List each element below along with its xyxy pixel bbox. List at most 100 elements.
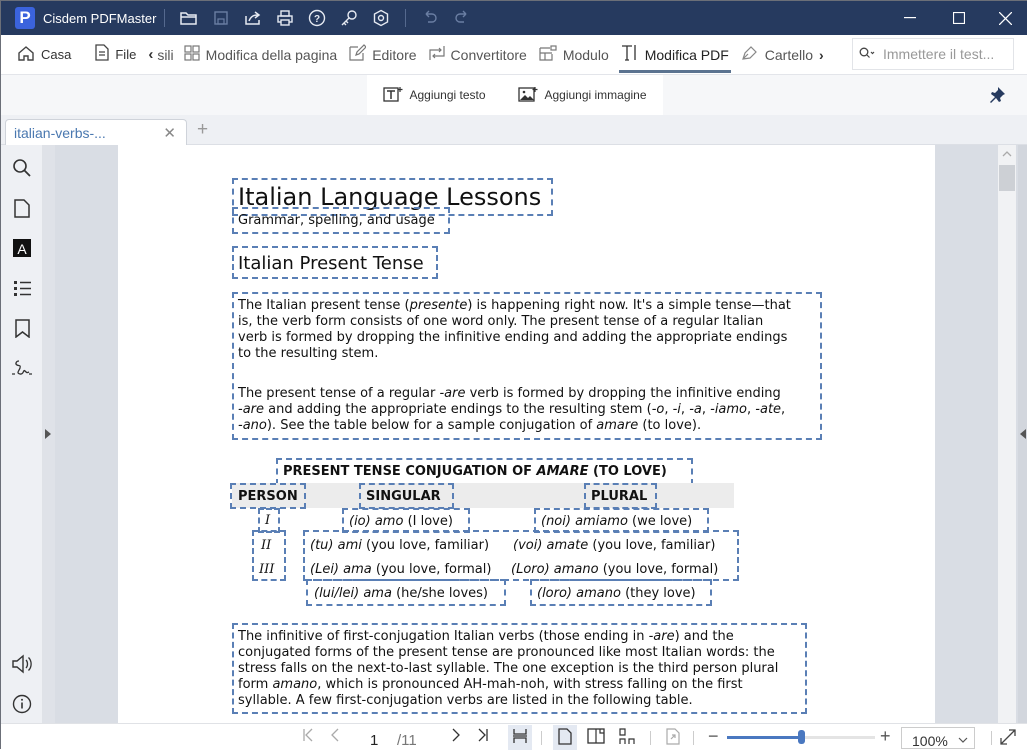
menu-cartello-label: Cartello (764, 46, 814, 63)
app-logo-icon: P (15, 7, 35, 29)
chevron-down-icon[interactable] (958, 731, 968, 747)
add-image-label: Aggiungi immagine (544, 88, 647, 102)
paragraph-pronunciation: The infinitive of first-conjugation Ital… (238, 629, 778, 709)
outline-list-icon[interactable] (11, 277, 33, 299)
paragraph-line: syllable. A few first-conjugation verbs … (238, 693, 693, 708)
continuous-view-icon[interactable] (618, 728, 636, 749)
right-panel-toggle[interactable] (1018, 145, 1027, 723)
document-tab[interactable]: italian-verbs-... ✕ (5, 119, 187, 146)
settings-icon[interactable] (370, 7, 392, 29)
close-tab-icon[interactable]: ✕ (163, 124, 176, 142)
add-image-button[interactable]: Aggiungi immagine (518, 86, 647, 105)
scroll-up-icon[interactable] (1002, 149, 1012, 160)
menu-casa[interactable]: Casa (11, 35, 77, 75)
header-person: PERSON (238, 489, 298, 504)
chevron-left-icon[interactable]: ‹ (148, 46, 153, 63)
paragraph-line: stress falls on the next-to-last syllabl… (238, 661, 779, 676)
fullscreen-icon[interactable] (1000, 729, 1016, 749)
paragraph-line: verb is formed by dropping the infinitiv… (238, 330, 788, 345)
minimize-button[interactable] (887, 1, 933, 35)
bookmark-icon[interactable] (11, 317, 33, 339)
page-thumbnails-icon[interactable] (11, 197, 33, 219)
help-icon[interactable]: ? (306, 7, 328, 29)
zoom-slider-handle[interactable] (798, 730, 805, 744)
menu-modulo[interactable]: Modulo (533, 35, 615, 75)
svg-text:?: ? (314, 14, 320, 25)
extract-page-icon[interactable] (666, 728, 680, 749)
menu-modifica-della-pagina[interactable]: Modifica della pagina (178, 35, 344, 75)
paragraph-line: -are and adding the appropriate endings … (238, 402, 786, 417)
paragraph-line: The present tense of a regular -are verb… (238, 386, 781, 401)
paragraph-line: is, the verb form consists of one word o… (238, 314, 764, 329)
undo-icon[interactable] (419, 7, 441, 29)
search-input[interactable]: Immettere il test... (852, 38, 1014, 70)
paragraph-line: -ano). See the table below for a sample … (238, 418, 702, 433)
current-page-input[interactable]: 1 (370, 732, 378, 749)
menu-modulo-label: Modulo (562, 46, 609, 63)
new-tab-button[interactable]: + (197, 119, 208, 141)
header-plural: PLURAL (591, 489, 648, 504)
menu-editore[interactable]: Editore (343, 35, 422, 75)
save-icon[interactable] (210, 7, 232, 29)
status-bar: 1 /11 − + 100% (1, 723, 1027, 750)
title-bar: P Cisdem PDFMaster ? (1, 1, 1027, 35)
paragraph-line: conjugated forms of the present tense ar… (238, 645, 775, 660)
zoom-in-button[interactable]: + (880, 726, 891, 747)
maximize-button[interactable] (936, 1, 982, 35)
scrollbar-thumb[interactable] (999, 165, 1015, 191)
sign-pen-icon (741, 44, 759, 65)
menu-casa-label: Casa (41, 47, 72, 62)
close-window-button[interactable] (982, 1, 1027, 35)
convert-icon (428, 45, 445, 65)
singular-4: (lui/lei) ama (he/she loves) (314, 586, 489, 601)
text-font-icon[interactable]: A (11, 237, 33, 259)
single-page-view-icon[interactable] (558, 728, 572, 749)
redo-icon[interactable] (451, 7, 473, 29)
paragraph-line: The Italian present tense (presente) is … (238, 298, 791, 313)
zoom-slider-fill (727, 736, 801, 739)
section-heading: Italian Present Tense (238, 253, 424, 274)
menu-file[interactable]: File (89, 35, 142, 75)
menu-sili[interactable]: ‹ sili (144, 35, 177, 75)
paragraph-line: form amano, which is pronounced AH-mah-n… (238, 677, 743, 692)
document-tab-label: italian-verbs-... (14, 125, 106, 141)
search-icon[interactable] (11, 157, 33, 179)
expand-left-icon[interactable] (45, 429, 51, 439)
vertical-scrollbar[interactable] (998, 145, 1016, 723)
menu-modifica-della-pagina-label: Modifica della pagina (205, 46, 338, 63)
signature-icon[interactable] (11, 357, 33, 379)
next-page-button[interactable] (452, 728, 460, 746)
menu-modifica-pdf[interactable]: Modifica PDF (615, 35, 735, 75)
menu-convertitore-label: Convertitore (450, 46, 527, 63)
zoom-out-button[interactable]: − (708, 726, 719, 747)
pin-toolbar-icon[interactable] (988, 86, 1006, 109)
document-viewer: Italian Language Lessons Grammar, spelli… (43, 145, 1027, 723)
menu-convertitore[interactable]: Convertitore (423, 35, 533, 75)
key-icon[interactable] (338, 7, 360, 29)
expand-right-icon[interactable] (1020, 429, 1026, 439)
search-icon[interactable] (859, 46, 875, 62)
open-folder-icon[interactable] (178, 7, 200, 29)
print-icon[interactable] (274, 7, 296, 29)
zoom-level-select[interactable]: 100% (901, 727, 975, 749)
menu-cartello[interactable]: Cartello › (735, 35, 830, 75)
last-page-button[interactable] (478, 728, 488, 746)
person-2: II (261, 538, 272, 553)
fit-width-icon[interactable] (512, 728, 528, 748)
first-page-button[interactable] (303, 728, 313, 746)
search-placeholder: Immettere il test... (883, 46, 995, 62)
document-tab-bar: italian-verbs-... ✕ + (1, 115, 1027, 146)
divider (650, 731, 651, 745)
edit-pdf-tools: Aggiungi testo Aggiungi immagine (367, 75, 663, 115)
share-icon[interactable] (242, 7, 264, 29)
grid-icon (184, 44, 200, 65)
zoom-slider[interactable] (727, 730, 875, 744)
chevron-right-icon[interactable]: › (819, 47, 824, 63)
info-icon[interactable] (11, 693, 33, 715)
left-panel-toggle[interactable] (43, 145, 55, 723)
previous-page-button[interactable] (331, 728, 339, 746)
person-3: III (259, 562, 275, 577)
read-aloud-icon[interactable] (11, 653, 33, 675)
add-text-button[interactable]: Aggiungi testo (383, 86, 486, 105)
two-page-view-icon[interactable] (587, 728, 605, 748)
